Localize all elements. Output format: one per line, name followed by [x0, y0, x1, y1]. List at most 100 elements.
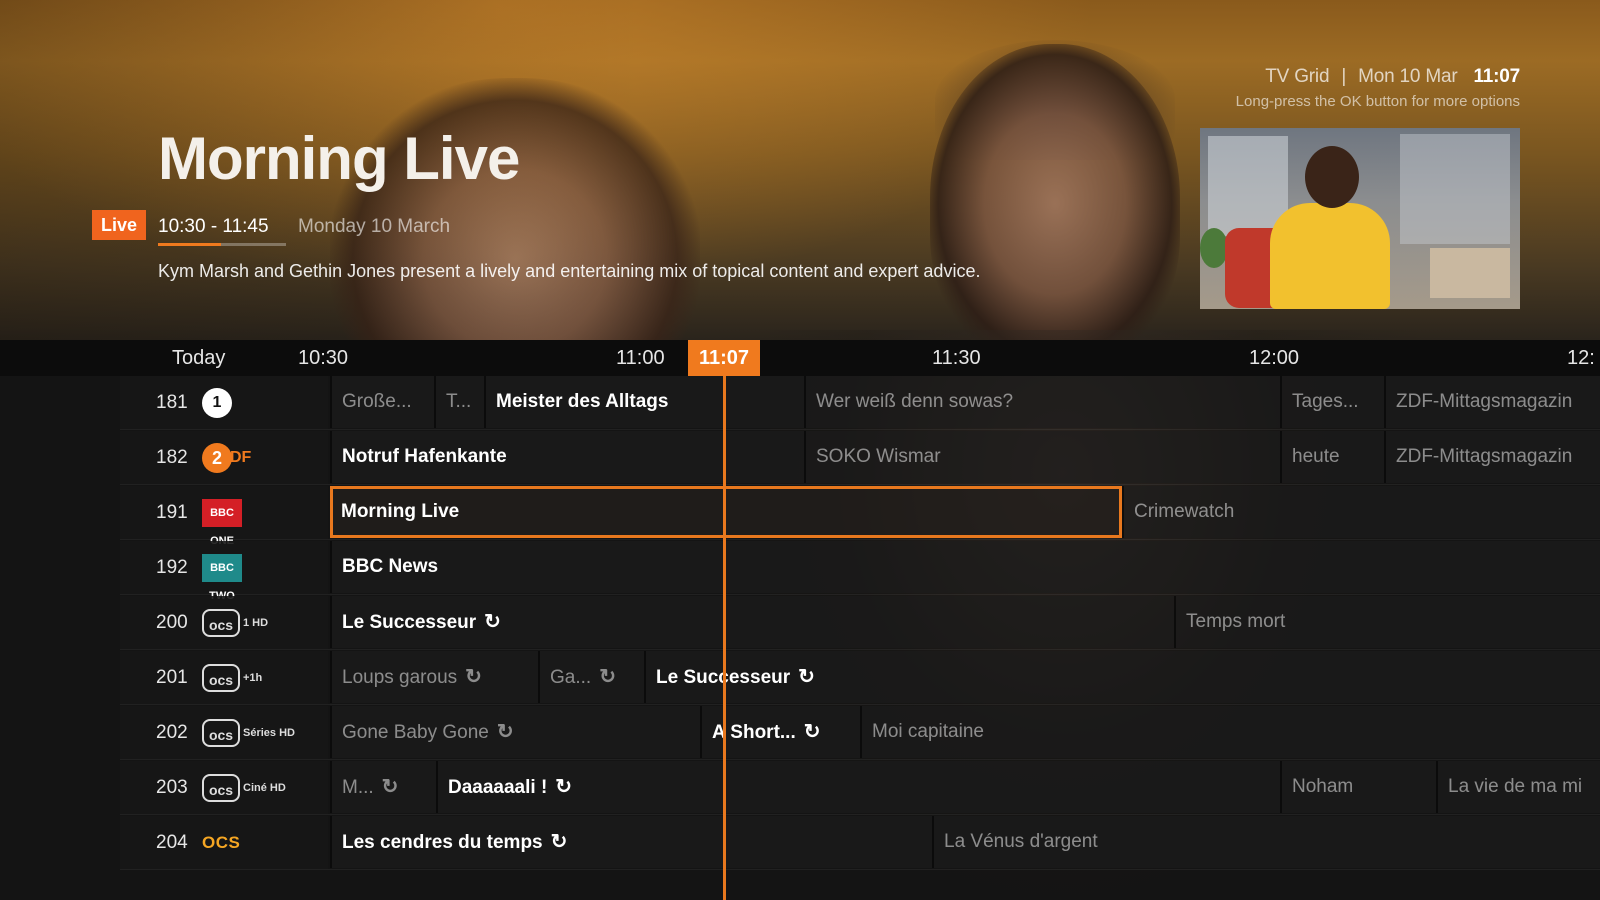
- channel-number: 204: [156, 832, 188, 853]
- program-cell[interactable]: heute: [1280, 431, 1384, 483]
- program-cell[interactable]: Les cendres du temps ↻: [330, 816, 932, 868]
- program-cell[interactable]: Daaaaaali ! ↻: [436, 761, 1280, 813]
- replay-icon: ↻: [496, 721, 514, 743]
- program-title: Moi capitaine: [872, 721, 984, 742]
- program-cell[interactable]: Noham: [1280, 761, 1436, 813]
- program-title: Meister des Alltags: [496, 391, 669, 412]
- program-title: Große...: [342, 391, 412, 412]
- row-divider: [120, 704, 1600, 705]
- channel-cell[interactable]: 202 ocs Séries HD: [120, 706, 328, 759]
- bbc-two-logo: BBC TWO: [202, 554, 242, 602]
- row-divider: [120, 594, 1600, 595]
- program-cell[interactable]: BBC News: [330, 541, 1600, 593]
- section-title: TV Grid: [1265, 66, 1330, 87]
- channel-row: 191 BBC ONE Morning Live Crimewatch: [120, 486, 1600, 547]
- ocs-logo-mark: ocs: [202, 719, 240, 747]
- program-title: La vie de ma mi: [1448, 776, 1583, 797]
- ocs-logo-mark: ocs: [202, 609, 240, 637]
- program-cell[interactable]: Wer weiß denn sowas?: [804, 376, 1280, 428]
- program-cell[interactable]: La vie de ma mi: [1436, 761, 1600, 813]
- program-cell[interactable]: Große...: [330, 376, 434, 428]
- channel-cell[interactable]: 201 ocs +1h: [120, 651, 328, 704]
- program-synopsis: Kym Marsh and Gethin Jones present a liv…: [158, 261, 981, 281]
- preview-presenter: [1270, 203, 1390, 309]
- program-date: Monday 10 March: [298, 216, 451, 237]
- program-title: Morning Live: [341, 501, 460, 522]
- replay-icon: ↻: [555, 776, 573, 798]
- program-cell-selected[interactable]: Morning Live: [330, 486, 1122, 538]
- program-title: SOKO Wismar: [816, 446, 941, 467]
- timeline-tick: 12:00: [1249, 347, 1300, 369]
- program-title: Loups garous: [342, 667, 458, 688]
- zdf-logo: 2 DF: [202, 443, 251, 473]
- channel-row: 200 ocs 1 HD Le Successeur ↻ Temps mort: [120, 596, 1600, 650]
- preview-window: [1400, 134, 1510, 244]
- replay-icon: ↻: [550, 831, 568, 853]
- ocs-logo-suffix: +1h: [243, 672, 263, 684]
- program-cell[interactable]: Ga... ↻: [538, 651, 644, 703]
- channel-cell[interactable]: 204 OCS: [120, 816, 328, 869]
- header-date: Mon 10 Mar: [1358, 66, 1458, 87]
- program-cell[interactable]: Le Successeur ↻: [330, 596, 1174, 648]
- channel-cell[interactable]: 181 1: [120, 376, 328, 429]
- channel-number: 181: [156, 392, 188, 413]
- header-info: TV Grid | Mon 10 Mar 11:07 Long-press the O…: [1236, 66, 1521, 110]
- program-cell[interactable]: Temps mort: [1174, 596, 1600, 648]
- row-divider: [120, 429, 1600, 430]
- header-clock: 11:07: [1473, 66, 1520, 87]
- ocs-1-logo: ocs 1 HD: [202, 609, 268, 637]
- channel-cell[interactable]: 182 2 DF: [120, 431, 328, 484]
- program-cell[interactable]: Tages...: [1280, 376, 1384, 428]
- program-cell[interactable]: Crimewatch: [1122, 486, 1600, 538]
- program-cell[interactable]: T...: [434, 376, 484, 428]
- channel-number: 191: [156, 502, 188, 523]
- channel-cell[interactable]: 191 BBC ONE: [120, 486, 328, 547]
- program-title: heute: [1292, 446, 1340, 467]
- row-divider: [120, 649, 1600, 650]
- program-cell[interactable]: Gone Baby Gone ↻: [330, 706, 700, 758]
- timeline-tick: 11:30: [932, 347, 981, 369]
- program-cell[interactable]: ZDF-Mittagsmagazin: [1384, 431, 1600, 483]
- channel-cell[interactable]: 200 ocs 1 HD: [120, 596, 328, 649]
- replay-icon: ↻: [381, 776, 399, 798]
- timeline-header: Today 10:30 11:00 11:30 12:00 12:: [0, 340, 1600, 376]
- zdf-logo-mark: 2 DF: [202, 443, 251, 473]
- ocs-logo-mark: ocs: [202, 664, 240, 692]
- program-cell[interactable]: Notruf Hafenkante: [330, 431, 804, 483]
- bbc-two-logo-mark: BBC TWO: [202, 554, 242, 602]
- program-progress-fill: [158, 243, 221, 246]
- replay-icon: ↻: [798, 666, 815, 688]
- ocs-logo-suffix: Ciné HD: [243, 782, 286, 794]
- program-cell[interactable]: Meister des Alltags: [484, 376, 804, 428]
- program-cell[interactable]: Moi capitaine: [860, 706, 1600, 758]
- header-line: TV Grid | Mon 10 Mar 11:07: [1236, 66, 1520, 88]
- program-cell[interactable]: M... ↻: [330, 761, 436, 813]
- header-separator: |: [1341, 66, 1347, 87]
- replay-icon: ↻: [465, 666, 482, 688]
- preview-plant: [1200, 228, 1228, 268]
- program-title: Gone Baby Gone: [342, 722, 489, 743]
- das-erste-logo-mark: 1: [202, 388, 232, 418]
- program-cell[interactable]: La Vénus d'argent: [932, 816, 1600, 868]
- program-cell[interactable]: Loups garous ↻: [330, 651, 538, 703]
- das-erste-logo: 1: [202, 388, 232, 418]
- program-title: Noham: [1292, 776, 1354, 797]
- channel-cell[interactable]: 192 BBC TWO: [120, 541, 328, 602]
- channel-number: 201: [156, 667, 188, 688]
- replay-icon: ↻: [484, 611, 501, 633]
- program-title: ZDF-Mittagsmagazin: [1396, 391, 1573, 412]
- program-cell[interactable]: Le Successeur ↻: [644, 651, 1600, 703]
- program-title: Le Successeur: [342, 612, 477, 633]
- ocs-logo-suffix: 1 HD: [243, 617, 269, 629]
- row-divider: [120, 869, 1600, 870]
- program-title: Wer weiß denn sowas?: [816, 391, 1014, 412]
- bbc-one-logo-mark: BBC ONE: [202, 499, 242, 547]
- channel-cell[interactable]: 203 ocs Ciné HD: [120, 761, 328, 814]
- live-preview-thumbnail[interactable]: [1200, 128, 1520, 309]
- timeline-tick: 12:: [1567, 347, 1595, 369]
- program-cell[interactable]: ZDF-Mittagsmagazin: [1384, 376, 1600, 428]
- channel-row: 202 ocs Séries HD Gone Baby Gone ↻ A Short...…: [120, 706, 1600, 760]
- ocs-1-plus-1h-logo: ocs +1h: [202, 664, 262, 692]
- program-title: BBC News: [342, 556, 439, 577]
- program-cell[interactable]: SOKO Wismar: [804, 431, 1280, 483]
